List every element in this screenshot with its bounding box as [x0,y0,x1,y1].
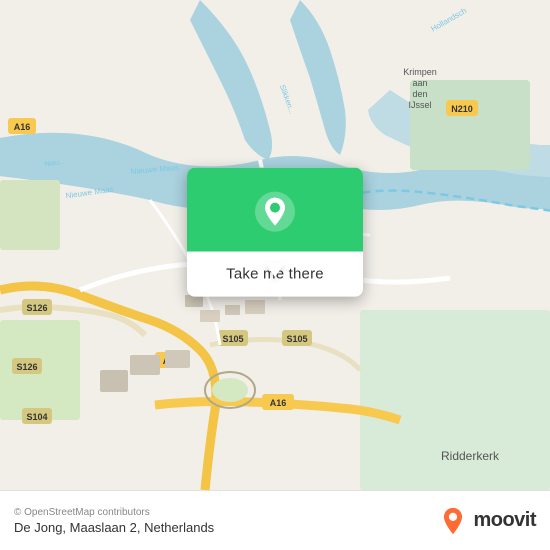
svg-text:den: den [412,89,427,99]
popup-arrow [265,263,285,277]
copyright-text: © OpenStreetMap contributors [14,507,214,518]
svg-text:aan: aan [412,78,427,88]
svg-text:A16: A16 [270,398,287,408]
address-text: De Jong, Maaslaan 2, Netherlands [14,520,214,535]
svg-text:S105: S105 [286,334,307,344]
svg-text:N210: N210 [451,104,473,114]
moovit-pin-icon [439,507,467,535]
location-pin-icon [253,190,297,234]
moovit-brand-text: moovit [473,509,536,532]
footer-info: © OpenStreetMap contributors De Jong, Ma… [14,507,214,535]
svg-text:Ridderkerk: Ridderkerk [441,449,500,463]
svg-text:S126: S126 [16,362,37,372]
svg-text:Krimpen: Krimpen [403,67,437,77]
location-popup: Take me there [187,168,363,297]
map-container[interactable]: A16 S126 S126 S104 S105 S105 A16 N210 A1… [0,0,550,490]
svg-text:S126: S126 [26,303,47,313]
moovit-logo: moovit [439,507,536,535]
svg-text:A16: A16 [14,122,31,132]
svg-text:S104: S104 [26,412,47,422]
popup-header [187,168,363,252]
svg-text:IJssel: IJssel [408,100,431,110]
footer-bar: © OpenStreetMap contributors De Jong, Ma… [0,490,550,550]
svg-text:S105: S105 [222,334,243,344]
